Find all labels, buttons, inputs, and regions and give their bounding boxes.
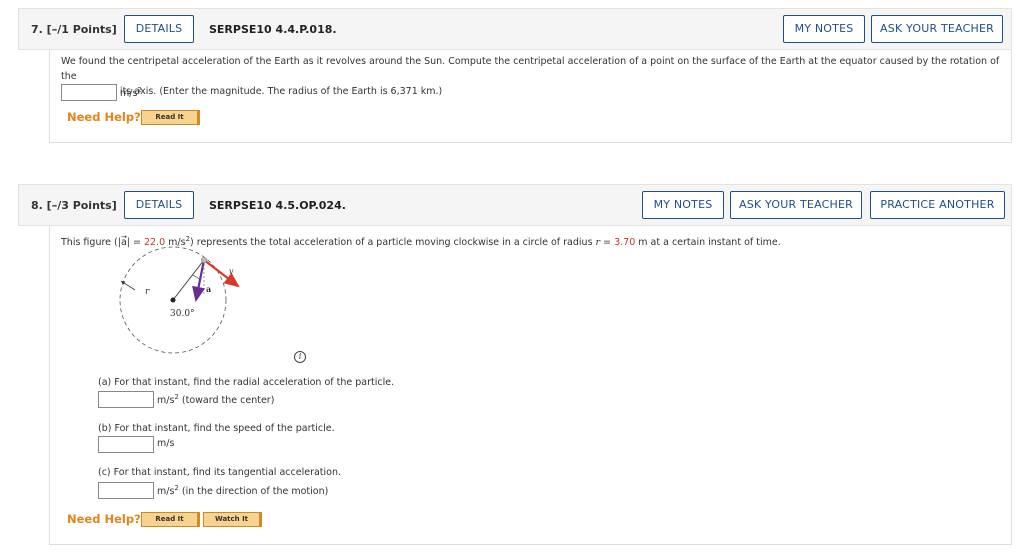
center-dot [170,297,176,303]
q7-text-line1: We found the centripetal acceleration of… [61,56,1000,82]
q7-need-help: Need Help? [67,110,141,124]
q8-ask-teacher-button[interactable]: ASK YOUR TEACHER [730,191,862,219]
q8-watch-it-button[interactable]: Watch It [203,512,262,527]
q8-number: 8. [–/3 Points] [31,199,117,212]
q7-ask-teacher-button[interactable]: ASK YOUR TEACHER [871,15,1003,43]
q8-code: SERPSE10 4.5.OP.024. [209,199,346,212]
q7-header: 7. [–/1 Points] DETAILS SERPSE10 4.4.P.0… [18,8,1012,50]
q8-part-b-input[interactable] [98,436,154,453]
q8-read-it-button[interactable]: Read It [141,512,200,527]
q8-part-a-input[interactable] [98,391,154,408]
q8-header: 8. [–/3 Points] DETAILS SERPSE10 4.5.OP.… [18,184,1012,226]
q8-details-button[interactable]: DETAILS [124,191,194,219]
q7-number: 7. [–/1 Points] [31,23,117,36]
q8-part-b-prompt: (b) For that instant, find the speed of … [98,423,335,434]
velocity-label: v [229,267,234,276]
angle-label: 30.0° [170,309,195,319]
circular-motion-figure: r v a 30.0° [119,246,240,354]
radius-value: 3.70 [614,237,636,249]
q7-answer-input[interactable] [61,84,117,101]
q7-code: SERPSE10 4.4.P.018. [209,23,337,36]
q8-my-notes-button[interactable]: MY NOTES [642,191,724,219]
acceleration-label: a [206,284,211,294]
q7-details-button[interactable]: DETAILS [124,15,194,43]
q7-unit: m/s2 [120,86,142,100]
angle-arc [191,274,201,281]
particle [200,256,208,264]
q8-part-c-input[interactable] [98,482,154,499]
q8-part-c-prompt: (c) For that instant, find its tangentia… [98,467,342,478]
q7-my-notes-button[interactable]: MY NOTES [783,15,865,43]
acceleration-arrow [192,259,206,303]
info-icon[interactable]: i [294,351,306,363]
q7-question-text: We found the centripetal acceleration of… [61,54,1006,99]
q8-practice-another-button[interactable]: PRACTICE ANOTHER [870,191,1005,219]
q7-text-line2: Earth about its axis. (Enter the magnitu… [61,86,443,97]
q8-part-b-unit: m/s [157,438,175,449]
q8-need-help: Need Help? [67,512,141,526]
q8-part-a-unit: m/s2 (toward the center) [157,393,275,407]
radius-dimension-arrow [120,280,136,291]
q8-part-a-prompt: (a) For that instant, find the radial ac… [98,377,395,388]
radius-label: r [145,287,150,297]
q8-part-c-unit: m/s2 (in the direction of the motion) [157,484,329,498]
q7-read-it-button[interactable]: Read It [141,110,200,125]
